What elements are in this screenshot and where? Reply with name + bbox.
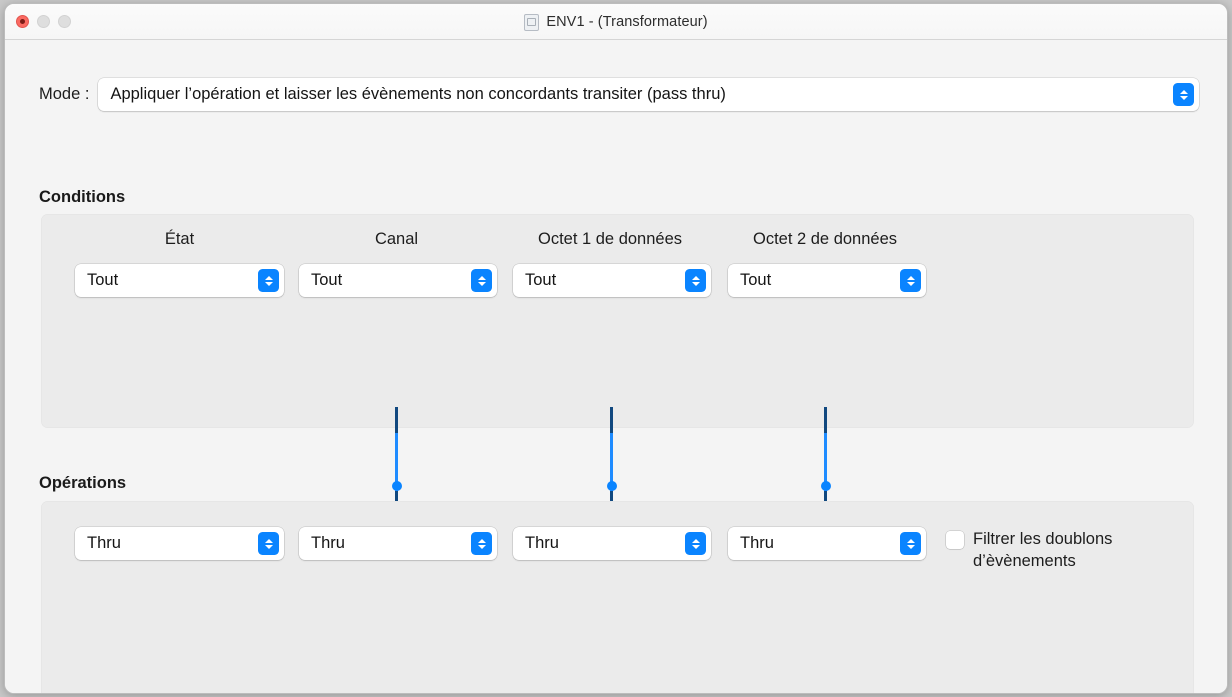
chevron-up-down-icon — [685, 269, 706, 292]
conditions-heading: Conditions — [39, 188, 126, 206]
column-header-etat: État — [164, 230, 195, 248]
filter-duplicates-row[interactable]: Filtrer les doublons d’èvènements — [946, 528, 1186, 572]
operation-popup-1[interactable]: Thru — [75, 527, 284, 560]
chevron-up-down-icon — [258, 269, 279, 292]
chevron-up-down-icon — [1173, 83, 1194, 106]
mode-label: Mode : — [39, 85, 90, 103]
operation-popup-2[interactable]: Thru — [299, 527, 497, 560]
connector-knob[interactable] — [391, 481, 402, 491]
chevron-up-down-icon — [900, 269, 921, 292]
window-title-group: ENV1 - (Transformateur) — [5, 4, 1227, 40]
chevron-up-down-icon — [258, 532, 279, 555]
window-title: ENV1 - (Transformateur) — [546, 14, 708, 30]
condition-popup-octet-2-value: Tout — [740, 271, 772, 289]
operation-popup-1-value: Thru — [87, 534, 121, 552]
operation-popup-4[interactable]: Thru — [728, 527, 926, 560]
connector-knob[interactable] — [606, 481, 617, 491]
mode-popup-button[interactable]: Appliquer l’opération et laisser les évè… — [98, 78, 1199, 111]
chevron-up-down-icon — [471, 269, 492, 292]
document-icon — [524, 13, 540, 31]
window-content: Mode : Appliquer l’opération et laisser … — [5, 40, 1227, 693]
operation-popup-2-value: Thru — [311, 534, 345, 552]
condition-popup-etat[interactable]: Tout — [75, 264, 284, 297]
mode-row: Mode : Appliquer l’opération et laisser … — [39, 78, 1199, 111]
filter-duplicates-checkbox[interactable] — [946, 531, 964, 549]
connector-knob[interactable] — [820, 481, 831, 491]
operation-popup-4-value: Thru — [740, 534, 774, 552]
operation-popup-3[interactable]: Thru — [513, 527, 711, 560]
mode-popup-value: Appliquer l’opération et laisser les évè… — [110, 85, 726, 103]
column-header-octet-1: Octet 1 de données — [537, 230, 683, 248]
operations-panel: Thru Thru Thru Thru Filtrer les doublons… — [41, 501, 1194, 693]
window-titlebar: ENV1 - (Transformateur) — [5, 4, 1227, 40]
chevron-up-down-icon — [471, 532, 492, 555]
condition-popup-octet-1[interactable]: Tout — [513, 264, 711, 297]
condition-popup-canal-value: Tout — [311, 271, 343, 289]
condition-popup-canal[interactable]: Tout — [299, 264, 497, 297]
chevron-up-down-icon — [685, 532, 706, 555]
operation-popup-3-value: Thru — [525, 534, 559, 552]
filter-duplicates-label: Filtrer les doublons d’èvènements — [973, 530, 1113, 570]
column-header-canal: Canal — [374, 230, 419, 248]
column-header-octet-2: Octet 2 de données — [752, 230, 898, 248]
chevron-up-down-icon — [900, 532, 921, 555]
condition-popup-etat-value: Tout — [87, 271, 119, 289]
operations-heading: Opérations — [39, 474, 127, 492]
condition-popup-octet-2[interactable]: Tout — [728, 264, 926, 297]
condition-popup-octet-1-value: Tout — [525, 271, 557, 289]
conditions-panel: État Canal Octet 1 de données Octet 2 de… — [41, 214, 1194, 428]
transformer-window: ENV1 - (Transformateur) Mode : Appliquer… — [4, 3, 1228, 694]
